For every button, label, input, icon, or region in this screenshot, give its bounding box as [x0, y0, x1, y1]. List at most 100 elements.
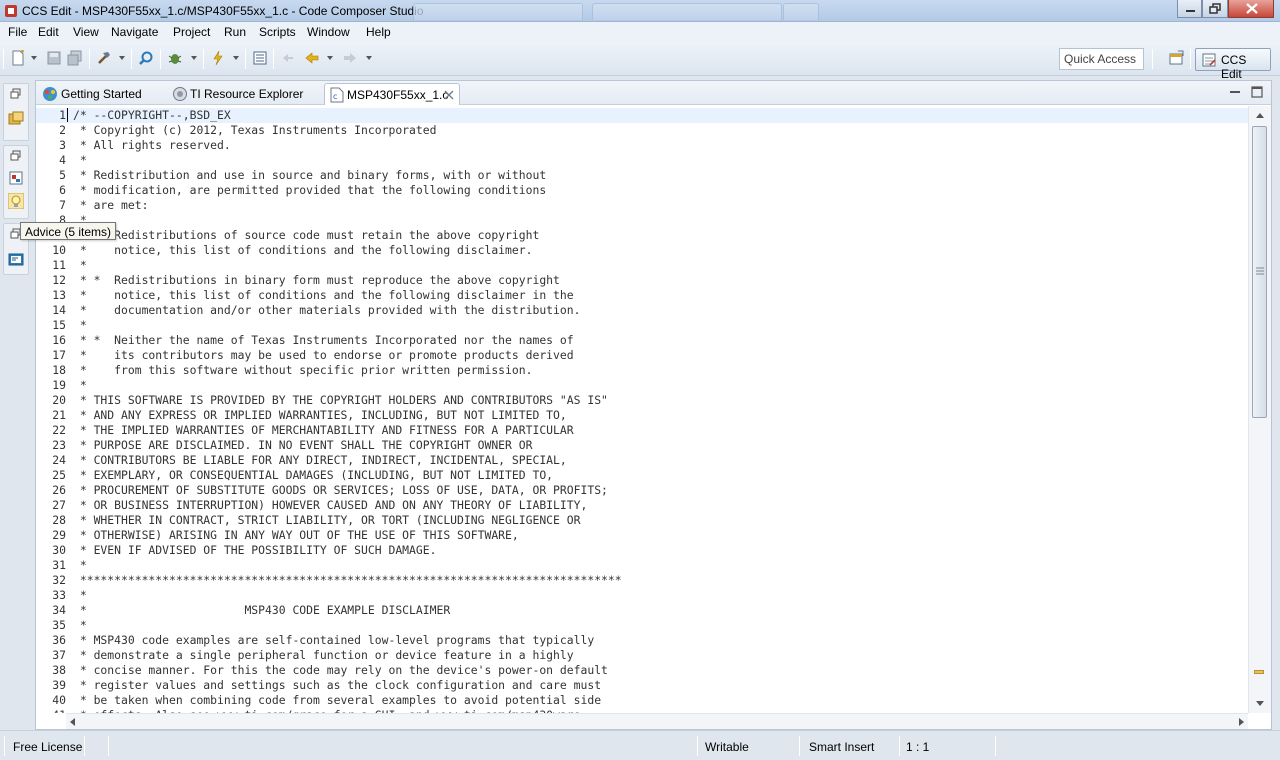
- overview-ruler-marker[interactable]: [1254, 670, 1264, 674]
- menu-edit[interactable]: Edit: [38, 25, 59, 39]
- search-icon[interactable]: [138, 50, 154, 66]
- new-dropdown-arrow[interactable]: [31, 56, 37, 60]
- restore-view-icon[interactable]: [8, 148, 24, 164]
- code-line[interactable]: 6 * modification, are permitted provided…: [36, 183, 1248, 198]
- code-line[interactable]: 3 * All rights reserved.: [36, 138, 1248, 153]
- project-explorer-icon[interactable]: [8, 110, 24, 126]
- build-hammer-icon[interactable]: [96, 50, 112, 66]
- code-line[interactable]: 37 * demonstrate a single peripheral fun…: [36, 648, 1248, 663]
- menu-scripts[interactable]: Scripts: [259, 25, 296, 39]
- code-line[interactable]: 23 * PURPOSE ARE DISCLAIMED. IN NO EVENT…: [36, 438, 1248, 453]
- code-line[interactable]: 7 * are met:: [36, 198, 1248, 213]
- code-line[interactable]: 2 * Copyright (c) 2012, Texas Instrument…: [36, 123, 1248, 138]
- code-editor[interactable]: 1/* --COPYRIGHT--,BSD_EX 2 * Copyright (c…: [36, 106, 1248, 713]
- restore-view-icon[interactable]: [8, 86, 24, 102]
- code-line[interactable]: 10 * notice, this list of conditions and…: [36, 243, 1248, 258]
- code-line[interactable]: 32 *************************************…: [36, 573, 1248, 588]
- code-line[interactable]: 31 *: [36, 558, 1248, 573]
- code-line[interactable]: 33 *: [36, 588, 1248, 603]
- new-icon[interactable]: [10, 50, 26, 66]
- code-line[interactable]: 16 * * Neither the name of Texas Instrum…: [36, 333, 1248, 348]
- code-line[interactable]: 30 * EVEN IF ADVISED OF THE POSSIBILITY …: [36, 543, 1248, 558]
- code-line[interactable]: 17 * its contributors may be used to end…: [36, 348, 1248, 363]
- code-line[interactable]: 40 * be taken when combining code from s…: [36, 693, 1248, 708]
- menu-file[interactable]: File: [8, 25, 27, 39]
- back-arrow-icon[interactable]: [304, 50, 320, 66]
- code-line-current[interactable]: 1 /* --COPYRIGHT--,BSD_EX: [36, 108, 1248, 123]
- restore-button[interactable]: [1202, 0, 1228, 18]
- code-line[interactable]: 18 * from this software without specific…: [36, 363, 1248, 378]
- menu-window[interactable]: Window: [307, 25, 350, 39]
- menu-run[interactable]: Run: [224, 25, 246, 39]
- minimize-view-icon[interactable]: [1227, 84, 1243, 100]
- close-tab-icon[interactable]: [444, 90, 454, 100]
- problems-icon[interactable]: [8, 170, 24, 186]
- tab-label: Getting Started: [61, 87, 142, 101]
- save-all-icon[interactable]: [67, 50, 83, 66]
- code-line[interactable]: 15 *: [36, 318, 1248, 333]
- menu-help[interactable]: Help: [366, 25, 391, 39]
- insert-mode-status[interactable]: Smart Insert: [809, 740, 874, 754]
- code-line[interactable]: 26 * PROCUREMENT OF SUBSTITUTE GOODS OR …: [36, 483, 1248, 498]
- advice-bulb-icon[interactable]: [8, 193, 24, 209]
- scroll-right-arrow[interactable]: [1238, 717, 1246, 727]
- code-line[interactable]: 24 * CONTRIBUTORS BE LIABLE FOR ANY DIRE…: [36, 453, 1248, 468]
- code-line[interactable]: 36 * MSP430 code examples are self-conta…: [36, 633, 1248, 648]
- code-text: * Copyright (c) 2012, Texas Instruments …: [73, 123, 437, 137]
- code-line[interactable]: 12 * * Redistributions in binary form mu…: [36, 273, 1248, 288]
- code-line[interactable]: 21 * AND ANY EXPRESS OR IMPLIED WARRANTI…: [36, 408, 1248, 423]
- scroll-left-arrow[interactable]: [68, 717, 76, 727]
- menu-view[interactable]: View: [73, 25, 99, 39]
- back-dropdown-arrow[interactable]: [327, 56, 333, 60]
- maximize-view-icon[interactable]: [1249, 84, 1265, 100]
- scroll-down-arrow[interactable]: [1255, 700, 1265, 708]
- code-line[interactable]: 35 *: [36, 618, 1248, 633]
- code-line[interactable]: 14 * documentation and/or other material…: [36, 303, 1248, 318]
- code-line[interactable]: 34 * MSP430 CODE EXAMPLE DISCLAIMER: [36, 603, 1248, 618]
- menu-navigate[interactable]: Navigate: [111, 25, 158, 39]
- cursor-position-status[interactable]: 1 : 1: [906, 740, 929, 754]
- tab-getting-started[interactable]: Getting Started: [38, 83, 164, 105]
- forward-dropdown-arrow[interactable]: [366, 56, 372, 60]
- code-line[interactable]: 13 * notice, this list of conditions and…: [36, 288, 1248, 303]
- code-line[interactable]: 22 * THE IMPLIED WARRANTIES OF MERCHANTA…: [36, 423, 1248, 438]
- getting-started-icon: [43, 87, 57, 101]
- flash-dropdown-arrow[interactable]: [233, 56, 239, 60]
- minimize-button[interactable]: [1177, 0, 1202, 18]
- code-line[interactable]: 19 *: [36, 378, 1248, 393]
- code-line[interactable]: 25 * EXEMPLARY, OR CONSEQUENTIAL DAMAGES…: [36, 468, 1248, 483]
- debug-dropdown-arrow[interactable]: [191, 56, 197, 60]
- line-number: 29: [52, 528, 66, 542]
- code-line[interactable]: 27 * OR BUSINESS INTERRUPTION) HOWEVER C…: [36, 498, 1248, 513]
- terminal-icon[interactable]: [252, 50, 268, 66]
- code-line[interactable]: 5 * Redistribution and use in source and…: [36, 168, 1248, 183]
- forward-arrow-icon[interactable]: [342, 50, 358, 66]
- save-icon[interactable]: [46, 50, 62, 66]
- code-line[interactable]: 11 *: [36, 258, 1248, 273]
- code-line[interactable]: 9 * * Redistributions of source code mus…: [36, 228, 1248, 243]
- code-line[interactable]: 20 * THIS SOFTWARE IS PROVIDED BY THE CO…: [36, 393, 1248, 408]
- tab-ti-resource-explorer[interactable]: TI Resource Explorer: [166, 83, 326, 105]
- code-line[interactable]: 38 * concise manner. For this the code m…: [36, 663, 1248, 678]
- code-line[interactable]: 4 *: [36, 153, 1248, 168]
- horizontal-scrollbar[interactable]: [66, 713, 1248, 729]
- debug-bug-icon[interactable]: [167, 50, 183, 66]
- console-icon[interactable]: [8, 252, 24, 268]
- code-line[interactable]: 29 * OTHERWISE) ARISING IN ANY WAY OUT O…: [36, 528, 1248, 543]
- open-perspective-icon[interactable]: [1168, 50, 1184, 66]
- close-window-button[interactable]: [1228, 0, 1274, 18]
- menu-project[interactable]: Project: [173, 25, 210, 39]
- code-line[interactable]: 39 * register values and settings such a…: [36, 678, 1248, 693]
- last-edit-icon[interactable]: [280, 50, 296, 66]
- scroll-up-arrow[interactable]: [1255, 111, 1265, 119]
- quick-access-input[interactable]: Quick Access: [1059, 48, 1144, 70]
- ccs-edit-perspective-button[interactable]: CCS Edit: [1195, 48, 1271, 81]
- vertical-scrollbar[interactable]: [1248, 106, 1271, 713]
- tab-msp430f55xx-1-c[interactable]: c MSP430F55xx_1.c: [324, 83, 460, 105]
- flash-icon[interactable]: [210, 50, 226, 66]
- vertical-scroll-thumb[interactable]: [1252, 126, 1267, 418]
- code-text: * notice, this list of conditions and th…: [73, 288, 574, 302]
- code-line[interactable]: 28 * WHETHER IN CONTRACT, STRICT LIABILI…: [36, 513, 1248, 528]
- build-dropdown-arrow[interactable]: [119, 56, 125, 60]
- code-line[interactable]: 8 *: [36, 213, 1248, 228]
